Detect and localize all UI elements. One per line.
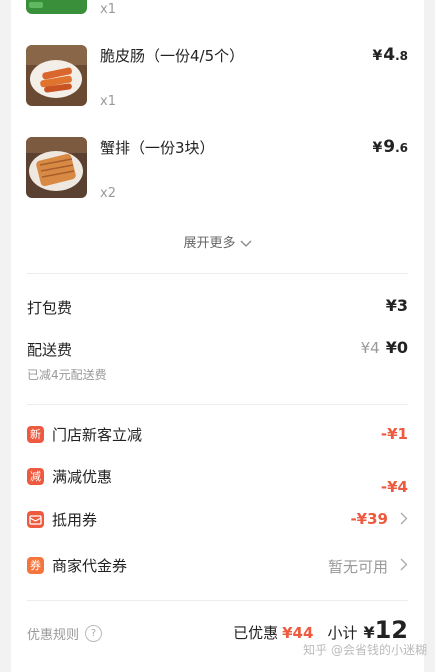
divider xyxy=(27,273,408,274)
merchant-voucher-value: 暂无可用 xyxy=(327,558,388,576)
expand-more-button[interactable]: 展开更多 xyxy=(11,232,424,251)
item-quantity: x1 xyxy=(100,2,116,17)
divider xyxy=(27,404,408,405)
saved-value: ¥44 xyxy=(282,624,314,642)
item-image xyxy=(26,0,87,14)
new-customer-discount-value: -¥1 xyxy=(380,425,408,443)
subtotal-currency: ¥ xyxy=(363,623,375,642)
voucher-icon: 券 xyxy=(27,557,44,574)
packing-fee-value: ¥3 xyxy=(385,296,408,315)
chevron-right-icon[interactable] xyxy=(400,512,408,525)
discount-rules-link[interactable]: 优惠规则? xyxy=(27,624,103,643)
expand-more-label: 展开更多 xyxy=(183,236,236,251)
item-quantity: x2 xyxy=(100,186,116,201)
chevron-down-icon xyxy=(240,240,251,247)
item-name: 脆皮肠（一份4/5个） xyxy=(100,47,245,65)
item-image xyxy=(26,45,87,106)
full-reduction-value: -¥4 xyxy=(380,478,408,496)
delivery-fee-original: ¥4 xyxy=(360,339,380,357)
coupon-icon xyxy=(27,511,44,528)
new-customer-icon: 新 xyxy=(27,426,44,443)
item-price: ¥9.6 xyxy=(372,137,408,157)
packing-fee-label: 打包费 xyxy=(27,299,73,317)
new-customer-discount-label: 新门店新客立减 xyxy=(27,424,142,445)
delivery-fee-label: 配送费 xyxy=(27,341,73,359)
watermark: 知乎 @会省钱的小迷糊 xyxy=(303,643,427,657)
subtotal-value: 12 xyxy=(374,616,408,644)
reduction-icon: 减 xyxy=(27,468,44,485)
chevron-right-icon[interactable] xyxy=(400,558,408,571)
saved-label: 已优惠 xyxy=(233,624,279,642)
help-icon: ? xyxy=(85,625,103,642)
merchant-voucher-row[interactable]: 券商家代金券 xyxy=(27,555,127,576)
coupon-value: -¥39 xyxy=(350,510,388,528)
coupon-row[interactable]: 抵用券 xyxy=(27,509,97,530)
order-detail-card: x1 脆皮肠（一份4/5个） ¥4.8 x1 蟹排（一份3块） ¥9.6 x2 … xyxy=(11,0,424,672)
delivery-fee-value: ¥4 ¥0 xyxy=(360,338,408,357)
delivery-fee-note: 已减4元配送费 xyxy=(27,368,107,382)
item-name: 蟹排（一份3块） xyxy=(100,139,215,157)
item-image xyxy=(26,137,87,198)
full-reduction-label: 减满减优惠 xyxy=(27,466,112,487)
subtotal-label: 小计 xyxy=(327,624,358,642)
item-price: ¥4.8 xyxy=(372,45,408,65)
item-quantity: x1 xyxy=(100,94,116,109)
divider xyxy=(27,600,408,601)
order-summary: 已优惠 ¥44 小计 ¥ 12 xyxy=(233,616,408,644)
